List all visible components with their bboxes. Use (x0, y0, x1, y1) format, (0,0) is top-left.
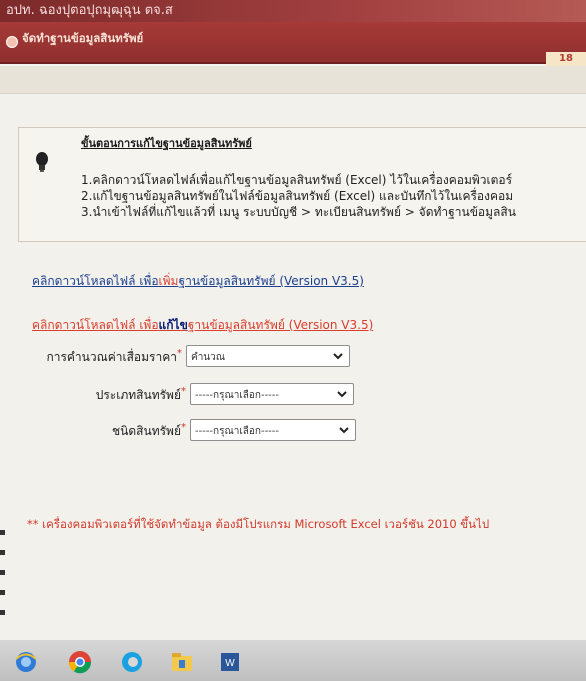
link-highlight: เพิ่ม (158, 274, 179, 288)
top-banner-text: อปท. ฉองปุตอปุถมุฒุฉุน ตจ.ส (6, 3, 173, 18)
download-edit-link[interactable]: คลิกดาวน์โหลดไฟล์ เพื่อแก้ไขฐานข้อมูลสิน… (32, 316, 373, 335)
lightbulb-icon (36, 152, 48, 172)
instruction-box: ขั้นตอนการแก้ไขฐานข้อมูลสินทรัพย์ 1.คลิก… (18, 127, 586, 242)
asset-type-value: -----กรุณาเลือก----- (195, 390, 280, 401)
asset-type-label: ประเภทสินทรัพย์* (95, 386, 186, 402)
excel-requirement-note: ** เครื่องคอมพิวเตอร์ที่ใช้จัดทำข้อมูล ต… (27, 517, 490, 531)
taskbar: W (0, 640, 586, 681)
edge-mark (0, 590, 5, 595)
counter-badge: 18 (546, 52, 586, 66)
chevron-down-icon (333, 353, 343, 360)
link-prefix: คลิกดาวน์โหลดไฟล์ เพื่อ (32, 274, 159, 288)
file-explorer-icon[interactable] (170, 650, 194, 674)
asset-kind-label: ชนิดสินทรัพย์* (112, 422, 186, 438)
chevron-down-icon (337, 391, 347, 398)
chrome-icon[interactable] (68, 650, 92, 674)
instruction-steps: 1.คลิกดาวน์โหลดไฟล์เพื่อแก้ไขฐานข้อมูลสิ… (81, 172, 516, 220)
instruction-step: 3.นำเข้าไฟล์ที่แก้ไขแล้วที่ เมนู ระบบบัญ… (81, 205, 516, 219)
section-header: จัดทำฐานข้อมูลสินทรัพย์ 18 (0, 22, 586, 66)
link-prefix: คลิกดาวน์โหลดไฟล์ เพื่อ (32, 318, 159, 332)
depreciation-select[interactable]: คำนวณ (186, 345, 350, 367)
edge-mark (0, 550, 5, 555)
asset-kind-select[interactable]: -----กรุณาเลือก----- (190, 419, 356, 441)
instruction-step: 2.แก้ไขฐานข้อมูลสินทรัพย์ในไฟล์ข้อมูลสิน… (81, 189, 514, 203)
word-icon[interactable]: W (218, 650, 242, 674)
link-suffix: ฐานข้อมูลสินทรัพย์ (Version V3.5) (187, 318, 374, 332)
instruction-step: 1.คลิกดาวน์โหลดไฟล์เพื่อแก้ไขฐานข้อมูลสิ… (81, 173, 513, 187)
depreciation-value: คำนวณ (191, 352, 226, 363)
edge-mark (0, 530, 5, 535)
chevron-down-icon (339, 427, 349, 434)
top-banner: อปท. ฉองปุตอปุถมุฒุฉุน ตจ.ส (0, 0, 586, 22)
bullet-icon (6, 36, 18, 48)
link-suffix: ฐานข้อมูลสินทรัพย์ (Version V3.5) (178, 274, 364, 288)
toolbar-strip (0, 66, 586, 94)
asset-type-select[interactable]: -----กรุณาเลือก----- (190, 383, 354, 405)
edge-mark (0, 570, 5, 575)
svg-text:W: W (225, 658, 235, 669)
instruction-heading: ขั้นตอนการแก้ไขฐานข้อมูลสินทรัพย์ (81, 137, 252, 150)
depreciation-label: การคำนวณค่าเสื่อมราคา* (46, 348, 182, 364)
download-add-link[interactable]: คลิกดาวน์โหลดไฟล์ เพื่อเพิ่มฐานข้อมูลสิน… (32, 272, 364, 291)
edge-mark (0, 610, 5, 615)
ie-icon[interactable] (14, 650, 38, 674)
edge-icon[interactable] (120, 650, 144, 674)
asset-kind-value: -----กรุณาเลือก----- (195, 426, 280, 437)
section-title: จัดทำฐานข้อมูลสินทรัพย์ (22, 31, 144, 45)
link-highlight: แก้ไข (158, 318, 188, 332)
